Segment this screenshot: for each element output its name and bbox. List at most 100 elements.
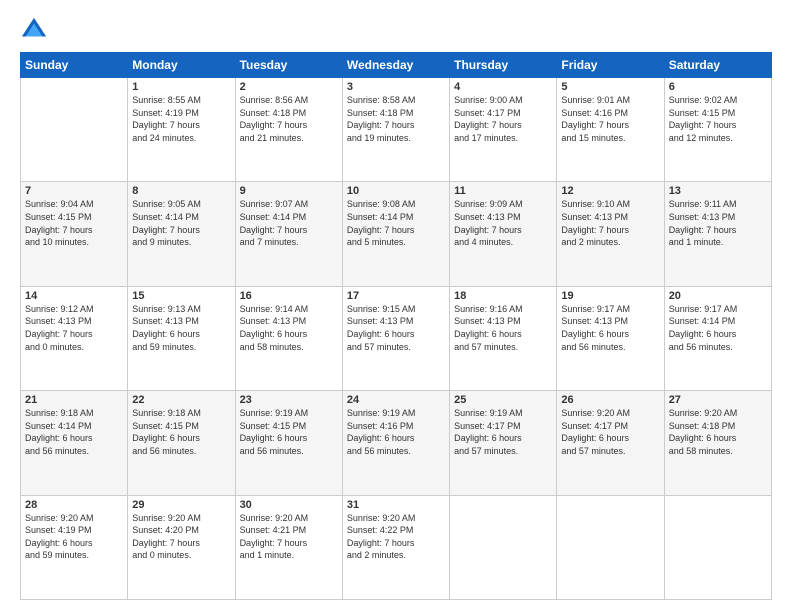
- day-info: Sunrise: 9:15 AM Sunset: 4:13 PM Dayligh…: [347, 303, 445, 353]
- day-info: Sunrise: 9:20 AM Sunset: 4:22 PM Dayligh…: [347, 512, 445, 562]
- day-info: Sunrise: 9:18 AM Sunset: 4:14 PM Dayligh…: [25, 407, 123, 457]
- calendar-cell: [557, 495, 664, 599]
- calendar-cell: 19Sunrise: 9:17 AM Sunset: 4:13 PM Dayli…: [557, 286, 664, 390]
- calendar-cell: 11Sunrise: 9:09 AM Sunset: 4:13 PM Dayli…: [450, 182, 557, 286]
- calendar-cell: 2Sunrise: 8:56 AM Sunset: 4:18 PM Daylig…: [235, 78, 342, 182]
- day-number: 22: [132, 394, 230, 406]
- day-number: 26: [561, 394, 659, 406]
- calendar-cell: 27Sunrise: 9:20 AM Sunset: 4:18 PM Dayli…: [664, 391, 771, 495]
- weekday-header-row: SundayMondayTuesdayWednesdayThursdayFrid…: [21, 53, 772, 78]
- day-number: 5: [561, 81, 659, 93]
- calendar-cell: 1Sunrise: 8:55 AM Sunset: 4:19 PM Daylig…: [128, 78, 235, 182]
- day-number: 8: [132, 185, 230, 197]
- day-info: Sunrise: 9:17 AM Sunset: 4:14 PM Dayligh…: [669, 303, 767, 353]
- day-info: Sunrise: 8:58 AM Sunset: 4:18 PM Dayligh…: [347, 94, 445, 144]
- calendar-cell: 13Sunrise: 9:11 AM Sunset: 4:13 PM Dayli…: [664, 182, 771, 286]
- calendar-cell: 6Sunrise: 9:02 AM Sunset: 4:15 PM Daylig…: [664, 78, 771, 182]
- calendar-cell: 5Sunrise: 9:01 AM Sunset: 4:16 PM Daylig…: [557, 78, 664, 182]
- day-number: 21: [25, 394, 123, 406]
- day-number: 12: [561, 185, 659, 197]
- day-info: Sunrise: 8:56 AM Sunset: 4:18 PM Dayligh…: [240, 94, 338, 144]
- day-number: 30: [240, 499, 338, 511]
- calendar-cell: 28Sunrise: 9:20 AM Sunset: 4:19 PM Dayli…: [21, 495, 128, 599]
- day-info: Sunrise: 9:09 AM Sunset: 4:13 PM Dayligh…: [454, 198, 552, 248]
- day-info: Sunrise: 9:07 AM Sunset: 4:14 PM Dayligh…: [240, 198, 338, 248]
- day-info: Sunrise: 9:04 AM Sunset: 4:15 PM Dayligh…: [25, 198, 123, 248]
- day-number: 29: [132, 499, 230, 511]
- day-info: Sunrise: 9:01 AM Sunset: 4:16 PM Dayligh…: [561, 94, 659, 144]
- week-row-3: 14Sunrise: 9:12 AM Sunset: 4:13 PM Dayli…: [21, 286, 772, 390]
- day-number: 18: [454, 290, 552, 302]
- calendar-cell: 31Sunrise: 9:20 AM Sunset: 4:22 PM Dayli…: [342, 495, 449, 599]
- day-info: Sunrise: 9:16 AM Sunset: 4:13 PM Dayligh…: [454, 303, 552, 353]
- calendar-cell: 7Sunrise: 9:04 AM Sunset: 4:15 PM Daylig…: [21, 182, 128, 286]
- week-row-2: 7Sunrise: 9:04 AM Sunset: 4:15 PM Daylig…: [21, 182, 772, 286]
- week-row-4: 21Sunrise: 9:18 AM Sunset: 4:14 PM Dayli…: [21, 391, 772, 495]
- calendar-cell: 12Sunrise: 9:10 AM Sunset: 4:13 PM Dayli…: [557, 182, 664, 286]
- calendar-cell: 17Sunrise: 9:15 AM Sunset: 4:13 PM Dayli…: [342, 286, 449, 390]
- day-number: 2: [240, 81, 338, 93]
- day-number: 10: [347, 185, 445, 197]
- calendar-cell: 8Sunrise: 9:05 AM Sunset: 4:14 PM Daylig…: [128, 182, 235, 286]
- day-number: 31: [347, 499, 445, 511]
- day-number: 23: [240, 394, 338, 406]
- calendar-cell: 30Sunrise: 9:20 AM Sunset: 4:21 PM Dayli…: [235, 495, 342, 599]
- calendar-cell: [450, 495, 557, 599]
- day-number: 4: [454, 81, 552, 93]
- calendar-cell: 29Sunrise: 9:20 AM Sunset: 4:20 PM Dayli…: [128, 495, 235, 599]
- day-info: Sunrise: 8:55 AM Sunset: 4:19 PM Dayligh…: [132, 94, 230, 144]
- calendar-cell: [664, 495, 771, 599]
- day-number: 7: [25, 185, 123, 197]
- weekday-header-friday: Friday: [557, 53, 664, 78]
- header: [20, 16, 772, 44]
- day-number: 25: [454, 394, 552, 406]
- logo-icon: [20, 16, 48, 44]
- day-number: 11: [454, 185, 552, 197]
- day-number: 19: [561, 290, 659, 302]
- day-info: Sunrise: 9:20 AM Sunset: 4:21 PM Dayligh…: [240, 512, 338, 562]
- calendar-cell: 4Sunrise: 9:00 AM Sunset: 4:17 PM Daylig…: [450, 78, 557, 182]
- day-number: 17: [347, 290, 445, 302]
- day-number: 1: [132, 81, 230, 93]
- day-info: Sunrise: 9:19 AM Sunset: 4:16 PM Dayligh…: [347, 407, 445, 457]
- day-info: Sunrise: 9:20 AM Sunset: 4:20 PM Dayligh…: [132, 512, 230, 562]
- week-row-5: 28Sunrise: 9:20 AM Sunset: 4:19 PM Dayli…: [21, 495, 772, 599]
- calendar-cell: 16Sunrise: 9:14 AM Sunset: 4:13 PM Dayli…: [235, 286, 342, 390]
- calendar-cell: 15Sunrise: 9:13 AM Sunset: 4:13 PM Dayli…: [128, 286, 235, 390]
- day-number: 13: [669, 185, 767, 197]
- calendar-cell: 24Sunrise: 9:19 AM Sunset: 4:16 PM Dayli…: [342, 391, 449, 495]
- calendar-cell: 10Sunrise: 9:08 AM Sunset: 4:14 PM Dayli…: [342, 182, 449, 286]
- day-info: Sunrise: 9:10 AM Sunset: 4:13 PM Dayligh…: [561, 198, 659, 248]
- calendar-cell: [21, 78, 128, 182]
- weekday-header-wednesday: Wednesday: [342, 53, 449, 78]
- week-row-1: 1Sunrise: 8:55 AM Sunset: 4:19 PM Daylig…: [21, 78, 772, 182]
- logo: [20, 16, 52, 44]
- weekday-header-tuesday: Tuesday: [235, 53, 342, 78]
- day-info: Sunrise: 9:00 AM Sunset: 4:17 PM Dayligh…: [454, 94, 552, 144]
- day-number: 6: [669, 81, 767, 93]
- day-number: 20: [669, 290, 767, 302]
- weekday-header-thursday: Thursday: [450, 53, 557, 78]
- day-info: Sunrise: 9:12 AM Sunset: 4:13 PM Dayligh…: [25, 303, 123, 353]
- weekday-header-monday: Monday: [128, 53, 235, 78]
- day-number: 3: [347, 81, 445, 93]
- page: SundayMondayTuesdayWednesdayThursdayFrid…: [0, 0, 792, 612]
- day-number: 16: [240, 290, 338, 302]
- weekday-header-sunday: Sunday: [21, 53, 128, 78]
- day-info: Sunrise: 9:20 AM Sunset: 4:18 PM Dayligh…: [669, 407, 767, 457]
- day-info: Sunrise: 9:20 AM Sunset: 4:19 PM Dayligh…: [25, 512, 123, 562]
- calendar-cell: 9Sunrise: 9:07 AM Sunset: 4:14 PM Daylig…: [235, 182, 342, 286]
- day-info: Sunrise: 9:13 AM Sunset: 4:13 PM Dayligh…: [132, 303, 230, 353]
- calendar-cell: 20Sunrise: 9:17 AM Sunset: 4:14 PM Dayli…: [664, 286, 771, 390]
- day-info: Sunrise: 9:05 AM Sunset: 4:14 PM Dayligh…: [132, 198, 230, 248]
- day-info: Sunrise: 9:20 AM Sunset: 4:17 PM Dayligh…: [561, 407, 659, 457]
- calendar-cell: 3Sunrise: 8:58 AM Sunset: 4:18 PM Daylig…: [342, 78, 449, 182]
- day-number: 15: [132, 290, 230, 302]
- calendar-cell: 23Sunrise: 9:19 AM Sunset: 4:15 PM Dayli…: [235, 391, 342, 495]
- day-info: Sunrise: 9:19 AM Sunset: 4:15 PM Dayligh…: [240, 407, 338, 457]
- day-number: 27: [669, 394, 767, 406]
- calendar-cell: 14Sunrise: 9:12 AM Sunset: 4:13 PM Dayli…: [21, 286, 128, 390]
- day-number: 24: [347, 394, 445, 406]
- day-number: 9: [240, 185, 338, 197]
- day-info: Sunrise: 9:18 AM Sunset: 4:15 PM Dayligh…: [132, 407, 230, 457]
